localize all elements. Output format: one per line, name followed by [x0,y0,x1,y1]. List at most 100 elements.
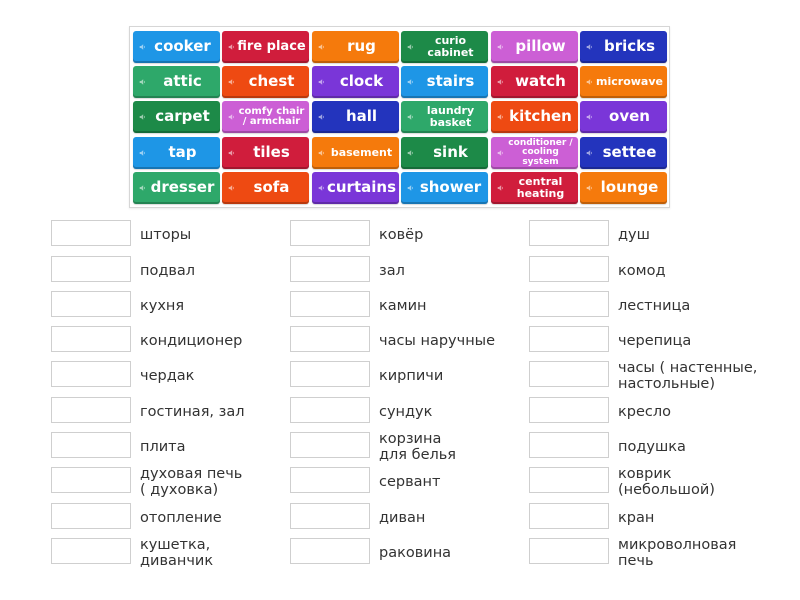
answer-row: плита [51,432,301,462]
word-tile[interactable]: clock [312,66,399,98]
speaker-icon[interactable] [407,114,414,121]
target-text: лестница [618,298,691,314]
word-tile[interactable]: fire place [222,31,309,63]
word-tile[interactable]: laundry basket [401,101,488,133]
word-tile[interactable]: bricks [580,31,667,63]
speaker-icon[interactable] [586,44,593,51]
drop-slot[interactable] [290,361,370,387]
speaker-icon[interactable] [407,79,414,86]
tile-label: attic [163,72,202,91]
word-tile[interactable]: sink [401,137,488,169]
word-tile[interactable]: settee [580,137,667,169]
word-tile[interactable]: lounge [580,172,667,204]
speaker-icon[interactable] [497,114,504,121]
word-tile[interactable]: oven [580,101,667,133]
drop-slot[interactable] [290,538,370,564]
speaker-icon[interactable] [497,79,504,86]
speaker-icon[interactable] [497,44,504,51]
drop-slot[interactable] [529,326,609,352]
word-tile[interactable]: microwave [580,66,667,98]
drop-slot[interactable] [529,361,609,387]
speaker-icon[interactable] [228,185,235,192]
drop-slot[interactable] [290,326,370,352]
speaker-icon[interactable] [407,185,414,192]
word-tile[interactable]: central heating [491,172,578,204]
speaker-icon[interactable] [228,114,235,121]
drop-slot[interactable] [51,326,131,352]
speaker-icon[interactable] [497,185,504,192]
word-tile[interactable]: watch [491,66,578,98]
drop-slot[interactable] [529,503,609,529]
drop-slot[interactable] [51,432,131,458]
drop-slot[interactable] [290,467,370,493]
drop-slot[interactable] [529,291,609,317]
drop-slot[interactable] [529,432,609,458]
word-tile[interactable]: cooker [133,31,220,63]
drop-slot[interactable] [51,503,131,529]
speaker-icon[interactable] [139,44,146,51]
drop-slot[interactable] [290,256,370,282]
drop-slot[interactable] [51,361,131,387]
drop-slot[interactable] [51,538,131,564]
speaker-icon[interactable] [407,44,414,51]
drop-slot[interactable] [529,220,609,246]
drop-slot[interactable] [529,467,609,493]
drop-slot[interactable] [51,291,131,317]
speaker-icon[interactable] [586,114,593,121]
word-tile[interactable]: stairs [401,66,488,98]
word-tile[interactable]: basement [312,137,399,169]
word-tile[interactable]: sofa [222,172,309,204]
speaker-icon[interactable] [139,150,146,157]
speaker-icon[interactable] [318,150,325,157]
answer-row: кирпичи [290,361,540,391]
speaker-icon[interactable] [318,185,325,192]
word-tile[interactable]: tap [133,137,220,169]
speaker-icon[interactable] [228,44,235,51]
speaker-icon[interactable] [586,150,593,157]
word-tile[interactable]: kitchen [491,101,578,133]
speaker-icon[interactable] [586,79,593,86]
word-tile[interactable]: tiles [222,137,309,169]
drop-slot[interactable] [529,397,609,423]
answer-row: камин [290,291,540,321]
speaker-icon[interactable] [318,79,325,86]
drop-slot[interactable] [290,291,370,317]
drop-slot[interactable] [51,220,131,246]
word-tile[interactable]: curtains [312,172,399,204]
speaker-icon[interactable] [139,79,146,86]
speaker-icon[interactable] [228,150,235,157]
word-tile[interactable]: rug [312,31,399,63]
drop-slot[interactable] [51,467,131,493]
word-tile[interactable]: hall [312,101,399,133]
word-tile[interactable]: dresser [133,172,220,204]
drop-slot[interactable] [51,256,131,282]
tile-label: hall [345,107,378,126]
speaker-icon[interactable] [139,185,146,192]
drop-slot[interactable] [290,220,370,246]
speaker-icon[interactable] [586,185,593,192]
speaker-icon[interactable] [318,114,325,121]
drop-slot[interactable] [290,503,370,529]
word-tile[interactable]: pillow [491,31,578,63]
speaker-icon[interactable] [407,150,414,157]
speaker-icon[interactable] [228,79,235,86]
word-tile[interactable]: shower [401,172,488,204]
drop-slot[interactable] [290,432,370,458]
drop-slot[interactable] [529,256,609,282]
drop-slot[interactable] [51,397,131,423]
tile-label: pillow [515,37,566,56]
speaker-icon[interactable] [139,114,146,121]
drop-slot[interactable] [290,397,370,423]
drop-slot[interactable] [529,538,609,564]
word-tile[interactable]: attic [133,66,220,98]
answer-row: часы наручные [290,326,540,356]
speaker-icon[interactable] [318,44,325,51]
word-tile[interactable]: conditioner / cooling system [491,137,578,169]
word-tile[interactable]: chest [222,66,309,98]
tile-label: chest [248,72,295,91]
word-tile[interactable]: curio cabinet [401,31,488,63]
speaker-icon[interactable] [497,150,504,157]
word-tile[interactable]: comfy chair / armchair [222,101,309,133]
answer-row: лестница [529,291,779,321]
word-tile[interactable]: carpet [133,101,220,133]
